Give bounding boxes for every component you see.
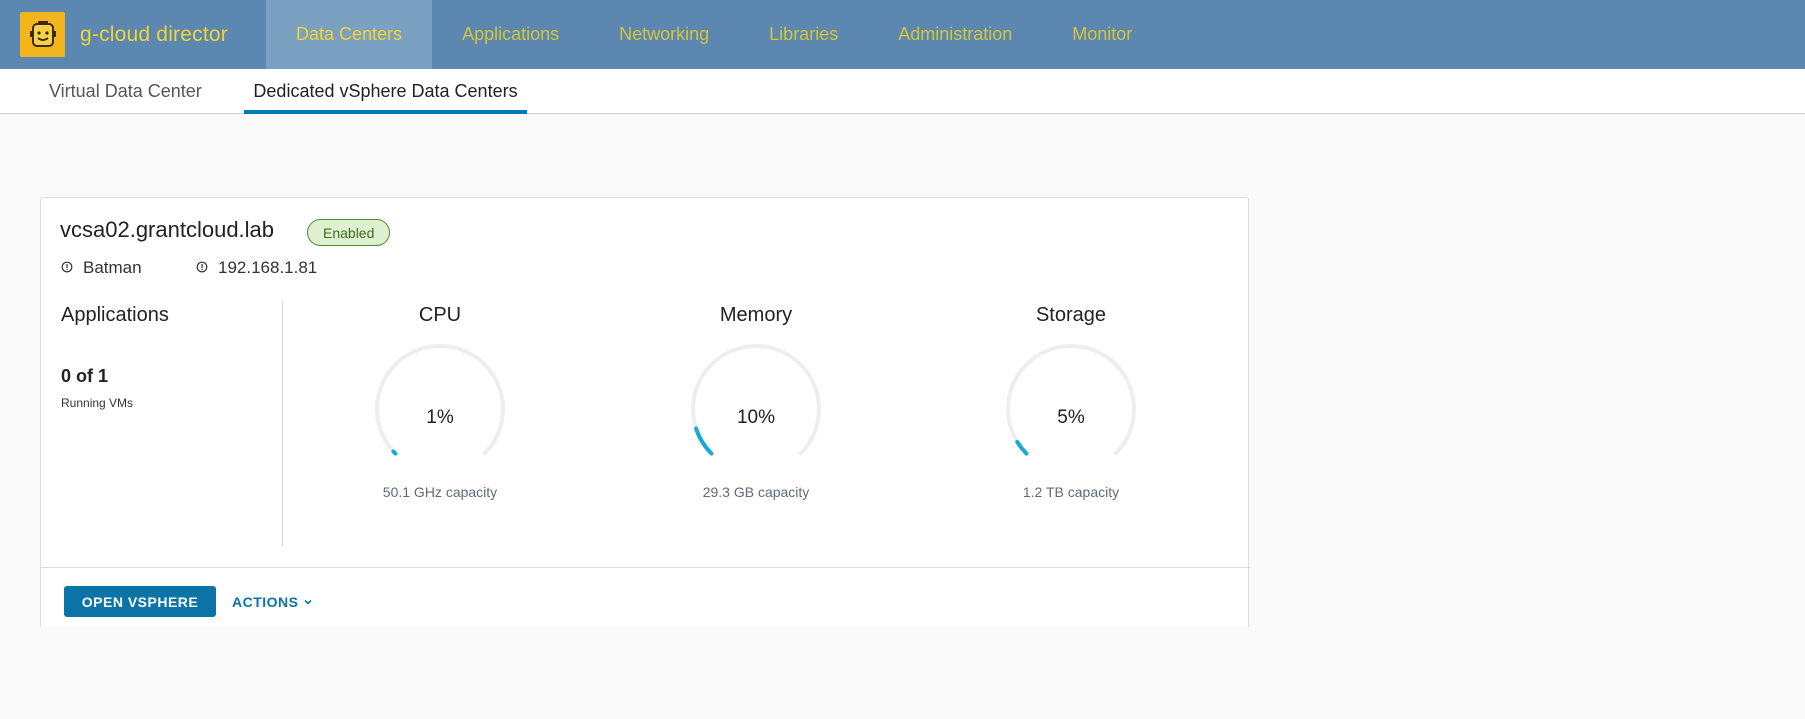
gauge-value: 5% [1057,407,1085,428]
gauge-fill [1015,439,1029,456]
info-circle-icon [196,258,208,278]
nav-libraries[interactable]: Libraries [739,0,868,69]
owner-label: Batman [83,258,142,277]
tab-virtual-data-center[interactable]: Virtual Data Center [49,69,202,114]
nav-applications[interactable]: Applications [432,0,589,69]
robot-face-icon [20,12,65,57]
gauge-capacity: 29.3 GB capacity [702,484,810,500]
storage-gauge: Storage 5% 1.2 TB capacity [961,304,1181,504]
memory-gauge: Memory 10% 29.3 GB capacity [646,304,866,504]
applications-title: Applications [61,304,169,326]
nav-networking[interactable]: Networking [589,0,739,69]
actions-dropdown[interactable]: ACTIONS [232,586,313,617]
running-vms-caption: Running VMs [61,396,134,410]
nav-data-centers[interactable]: Data Centers [266,0,433,69]
gauge-title: Memory [719,304,793,326]
address-label: 192.168.1.81 [218,258,318,277]
main-nav: Data Centers Applications Networking Lib… [266,0,1162,69]
chevron-down-icon [303,594,313,610]
running-vms-count: 0 of 1 [61,366,109,386]
nav-administration[interactable]: Administration [868,0,1042,69]
sub-tabs: Virtual Data Center Dedicated vSphere Da… [0,69,1805,114]
card-title: vcsa02.grantcloud.lab [60,217,275,242]
datacenter-card: vcsa02.grantcloud.lab Enabled Batman 192… [40,197,1250,628]
actions-label: ACTIONS [232,593,299,610]
gauge-title: CPU [418,304,462,326]
gauge-value: 1% [426,407,454,428]
brand[interactable]: g-cloud director [0,0,266,69]
cpu-gauge: CPU 1% 50.1 GHz capacity [330,304,550,504]
status-badge: Enabled [307,219,391,246]
gauge-value: 10% [736,407,776,428]
app-title: g-cloud director [80,22,228,46]
card-footer: OPEN VSPHERE ACTIONS [41,567,1250,628]
owner-info: Batman [61,258,142,278]
top-header: g-cloud director Data Centers Applicatio… [0,0,1805,69]
section-divider [282,301,283,546]
gauge-fill [391,449,398,456]
tab-dedicated-vsphere-data-centers[interactable]: Dedicated vSphere Data Centers [244,69,527,114]
gauge-track [375,344,505,456]
gauge-fill [694,426,714,456]
gauge-capacity: 1.2 TB capacity [1022,484,1120,500]
gauge-track [691,344,821,456]
gauge-capacity: 50.1 GHz capacity [382,484,498,500]
info-circle-icon [61,258,73,278]
gauge-track [1006,344,1136,456]
nav-monitor[interactable]: Monitor [1042,0,1162,69]
open-vsphere-button[interactable]: OPEN VSPHERE [64,586,216,617]
gauge-title: Storage [1035,304,1107,326]
address-info: 192.168.1.81 [196,258,317,278]
